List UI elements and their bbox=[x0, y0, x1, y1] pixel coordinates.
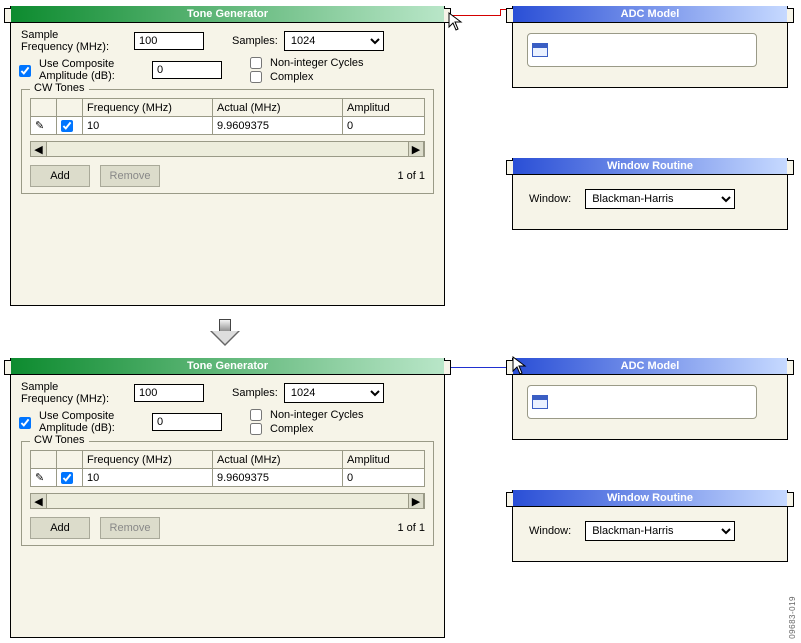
window-routine-title: Window Routine bbox=[513, 158, 787, 175]
adc-model-panel: ADC Model bbox=[512, 6, 788, 88]
page-indicator: 1 of 1 bbox=[397, 522, 425, 534]
non-integer-label: Non-integer Cycles bbox=[270, 409, 364, 421]
remove-button[interactable]: Remove bbox=[100, 517, 160, 539]
pencil-icon: ✎ bbox=[31, 117, 57, 135]
sample-frequency-label: Sample Frequency (MHz): bbox=[21, 29, 126, 53]
wire-tonegen-to-adc bbox=[451, 367, 506, 368]
window-label: Window: bbox=[529, 525, 571, 537]
complex-checkbox[interactable] bbox=[250, 71, 262, 83]
tone-generator-title: Tone Generator bbox=[11, 6, 444, 23]
window-icon bbox=[532, 395, 548, 409]
cell-actual: 9.9609375 bbox=[213, 117, 343, 135]
down-arrow-icon bbox=[210, 319, 240, 347]
col-frequency: Frequency (MHz) bbox=[83, 99, 213, 117]
window-select[interactable]: Blackman-Harris bbox=[585, 189, 735, 209]
cw-tones-legend: CW Tones bbox=[30, 434, 89, 446]
tone-generator-title: Tone Generator bbox=[11, 358, 444, 375]
sample-frequency-input[interactable] bbox=[134, 384, 204, 402]
adc-model-title: ADC Model bbox=[513, 6, 787, 23]
window-routine-title: Window Routine bbox=[513, 490, 787, 507]
use-composite-label: Use Composite Amplitude (dB): bbox=[39, 58, 144, 82]
adc-preview-window[interactable] bbox=[527, 385, 757, 419]
composite-amplitude-input[interactable] bbox=[152, 413, 222, 431]
cell-frequency[interactable]: 10 bbox=[83, 469, 213, 487]
remove-button[interactable]: Remove bbox=[100, 165, 160, 187]
sample-frequency-label: Sample Frequency (MHz): bbox=[21, 381, 126, 405]
col-amplitude: Amplitud bbox=[343, 99, 425, 117]
scroll-right-icon[interactable]: ▶ bbox=[408, 494, 424, 508]
col-frequency: Frequency (MHz) bbox=[83, 451, 213, 469]
adc-model-panel: ADC Model bbox=[512, 358, 788, 440]
window-routine-panel: Window Routine Window: Blackman-Harris bbox=[512, 490, 788, 562]
samples-select[interactable]: 1024 bbox=[284, 383, 384, 403]
page-indicator: 1 of 1 bbox=[397, 170, 425, 182]
samples-select[interactable]: 1024 bbox=[284, 31, 384, 51]
cw-tones-group: CW Tones Frequency (MHz) Actual (MHz) Am… bbox=[21, 441, 434, 546]
table-row[interactable]: ✎ 10 9.9609375 0 bbox=[31, 117, 425, 135]
use-composite-checkbox[interactable] bbox=[19, 417, 31, 429]
non-integer-checkbox[interactable] bbox=[250, 57, 262, 69]
add-button[interactable]: Add bbox=[30, 165, 90, 187]
row-enable-checkbox[interactable] bbox=[61, 472, 73, 484]
doc-id: 09683-019 bbox=[788, 596, 797, 639]
cw-tones-scrollbar[interactable]: ◀ ▶ bbox=[30, 141, 425, 157]
cw-tones-table: Frequency (MHz) Actual (MHz) Amplitud ✎ … bbox=[30, 450, 425, 487]
tone-generator-panel: Tone Generator Sample Frequency (MHz): S… bbox=[10, 6, 445, 306]
cw-tones-table: Frequency (MHz) Actual (MHz) Amplitud ✎ … bbox=[30, 98, 425, 135]
non-integer-label: Non-integer Cycles bbox=[270, 57, 364, 69]
col-amplitude: Amplitud bbox=[343, 451, 425, 469]
use-composite-checkbox[interactable] bbox=[19, 65, 31, 77]
window-icon bbox=[532, 43, 548, 57]
scroll-right-icon[interactable]: ▶ bbox=[408, 142, 424, 156]
row-enable-checkbox[interactable] bbox=[61, 120, 73, 132]
complex-label: Complex bbox=[270, 71, 313, 83]
wire-tonegen-to-adc bbox=[451, 15, 501, 16]
non-integer-checkbox[interactable] bbox=[250, 409, 262, 421]
add-button[interactable]: Add bbox=[30, 517, 90, 539]
col-actual: Actual (MHz) bbox=[213, 99, 343, 117]
cell-frequency[interactable]: 10 bbox=[83, 117, 213, 135]
adc-preview-window[interactable] bbox=[527, 33, 757, 67]
composite-amplitude-input[interactable] bbox=[152, 61, 222, 79]
window-routine-panel: Window Routine Window: Blackman-Harris bbox=[512, 158, 788, 230]
cw-tones-legend: CW Tones bbox=[30, 82, 89, 94]
col-actual: Actual (MHz) bbox=[213, 451, 343, 469]
table-row[interactable]: ✎ 10 9.9609375 0 bbox=[31, 469, 425, 487]
complex-checkbox[interactable] bbox=[250, 423, 262, 435]
cw-tones-scrollbar[interactable]: ◀ ▶ bbox=[30, 493, 425, 509]
cell-amplitude[interactable]: 0 bbox=[343, 117, 425, 135]
scroll-left-icon[interactable]: ◀ bbox=[31, 494, 47, 508]
complex-label: Complex bbox=[270, 423, 313, 435]
tone-generator-panel: Tone Generator Sample Frequency (MHz): S… bbox=[10, 358, 445, 638]
use-composite-label: Use Composite Amplitude (dB): bbox=[39, 410, 144, 434]
pencil-icon: ✎ bbox=[31, 469, 57, 487]
cw-tones-group: CW Tones Frequency (MHz) Actual (MHz) Am… bbox=[21, 89, 434, 194]
window-select[interactable]: Blackman-Harris bbox=[585, 521, 735, 541]
adc-model-title: ADC Model bbox=[513, 358, 787, 375]
scroll-left-icon[interactable]: ◀ bbox=[31, 142, 47, 156]
samples-label: Samples: bbox=[232, 387, 278, 399]
cell-actual: 9.9609375 bbox=[213, 469, 343, 487]
samples-label: Samples: bbox=[232, 35, 278, 47]
cell-amplitude[interactable]: 0 bbox=[343, 469, 425, 487]
window-label: Window: bbox=[529, 193, 571, 205]
sample-frequency-input[interactable] bbox=[134, 32, 204, 50]
